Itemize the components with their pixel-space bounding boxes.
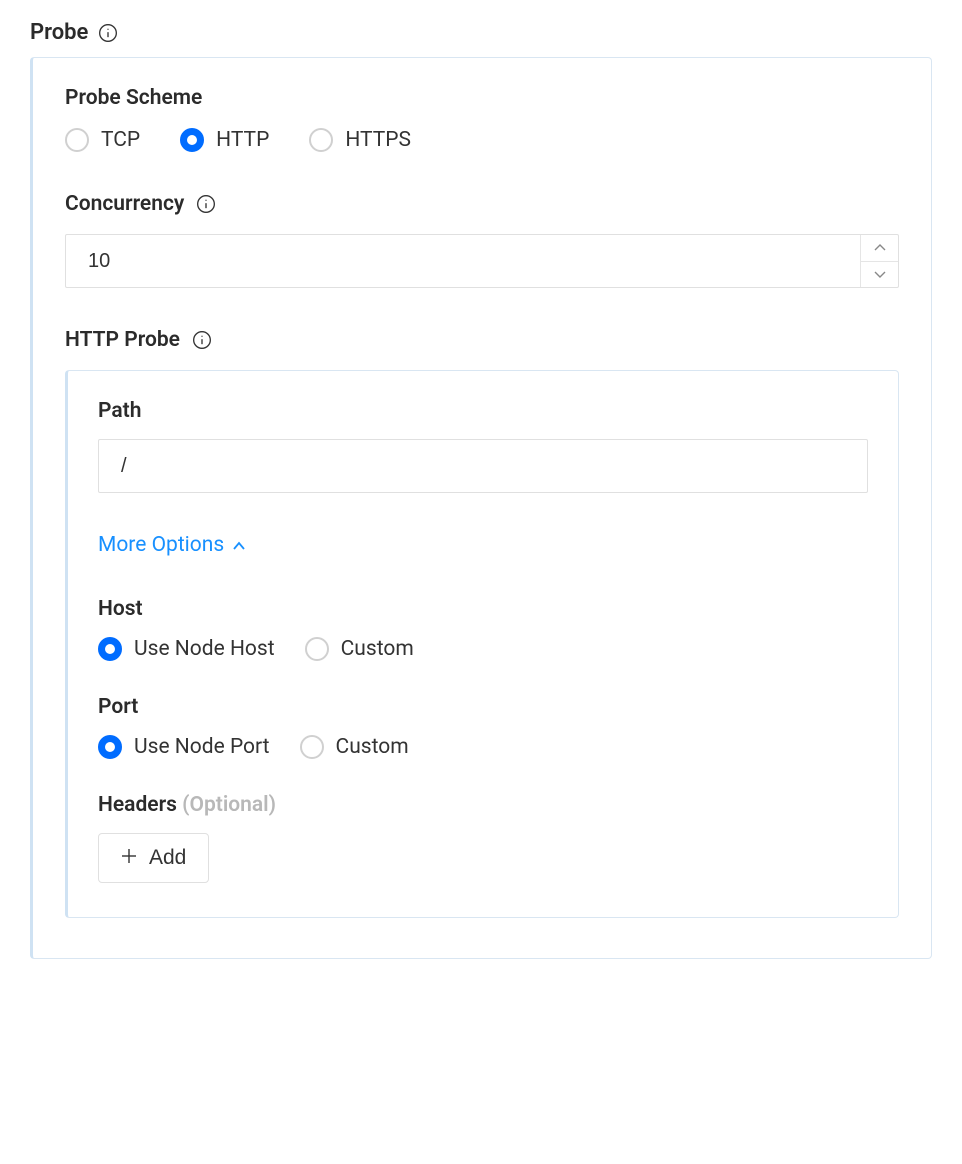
radio-icon-selected [180, 128, 204, 152]
concurrency-label: Concurrency [65, 192, 899, 216]
add-button-label: Add [149, 846, 186, 870]
port-custom-option[interactable]: Custom [300, 735, 409, 759]
more-options-label: More Options [98, 533, 224, 557]
host-custom-label: Custom [341, 637, 414, 661]
radio-icon [305, 637, 329, 661]
probe-scheme-label: Probe Scheme [65, 86, 899, 110]
probe-scheme-row: TCP HTTP HTTPS [65, 128, 899, 152]
scheme-tcp-label: TCP [101, 128, 140, 152]
spinner-down[interactable] [861, 262, 898, 288]
concurrency-input-wrap [65, 234, 899, 288]
probe-title: Probe [30, 20, 88, 45]
more-options-toggle[interactable]: More Options [98, 533, 246, 557]
number-spinner [860, 235, 898, 287]
plus-icon [121, 846, 137, 870]
info-icon[interactable] [196, 194, 216, 214]
http-probe-panel: Path More Options Host Use Node Host Cus… [65, 370, 899, 918]
radio-icon-selected [98, 637, 122, 661]
host-radio-row: Use Node Host Custom [98, 637, 868, 661]
headers-optional: (Optional) [182, 793, 276, 817]
probe-panel: Probe Scheme TCP HTTP HTTPS Concurrency [30, 57, 932, 959]
scheme-http-label: HTTP [216, 128, 269, 152]
port-use-node-label: Use Node Port [134, 735, 270, 759]
port-radio-row: Use Node Port Custom [98, 735, 868, 759]
radio-icon [309, 128, 333, 152]
host-label: Host [98, 597, 868, 621]
radio-icon [65, 128, 89, 152]
headers-label: Headers (Optional) [98, 793, 868, 817]
host-use-node-label: Use Node Host [134, 637, 275, 661]
port-custom-label: Custom [336, 735, 409, 759]
info-icon[interactable] [98, 23, 118, 43]
probe-section-header: Probe [30, 20, 932, 45]
concurrency-input[interactable] [65, 234, 899, 288]
info-icon[interactable] [192, 330, 212, 350]
radio-icon [300, 735, 324, 759]
host-custom-option[interactable]: Custom [305, 637, 414, 661]
http-probe-label: HTTP Probe [65, 328, 899, 352]
host-use-node-option[interactable]: Use Node Host [98, 637, 275, 661]
scheme-http-option[interactable]: HTTP [180, 128, 269, 152]
path-input[interactable] [98, 439, 868, 493]
add-header-button[interactable]: Add [98, 833, 209, 883]
scheme-https-label: HTTPS [345, 128, 411, 152]
scheme-https-option[interactable]: HTTPS [309, 128, 411, 152]
scheme-tcp-option[interactable]: TCP [65, 128, 140, 152]
port-label: Port [98, 695, 868, 719]
spinner-up[interactable] [861, 235, 898, 262]
chevron-up-icon [232, 533, 246, 557]
radio-icon-selected [98, 735, 122, 759]
port-use-node-option[interactable]: Use Node Port [98, 735, 270, 759]
path-label: Path [98, 399, 868, 423]
